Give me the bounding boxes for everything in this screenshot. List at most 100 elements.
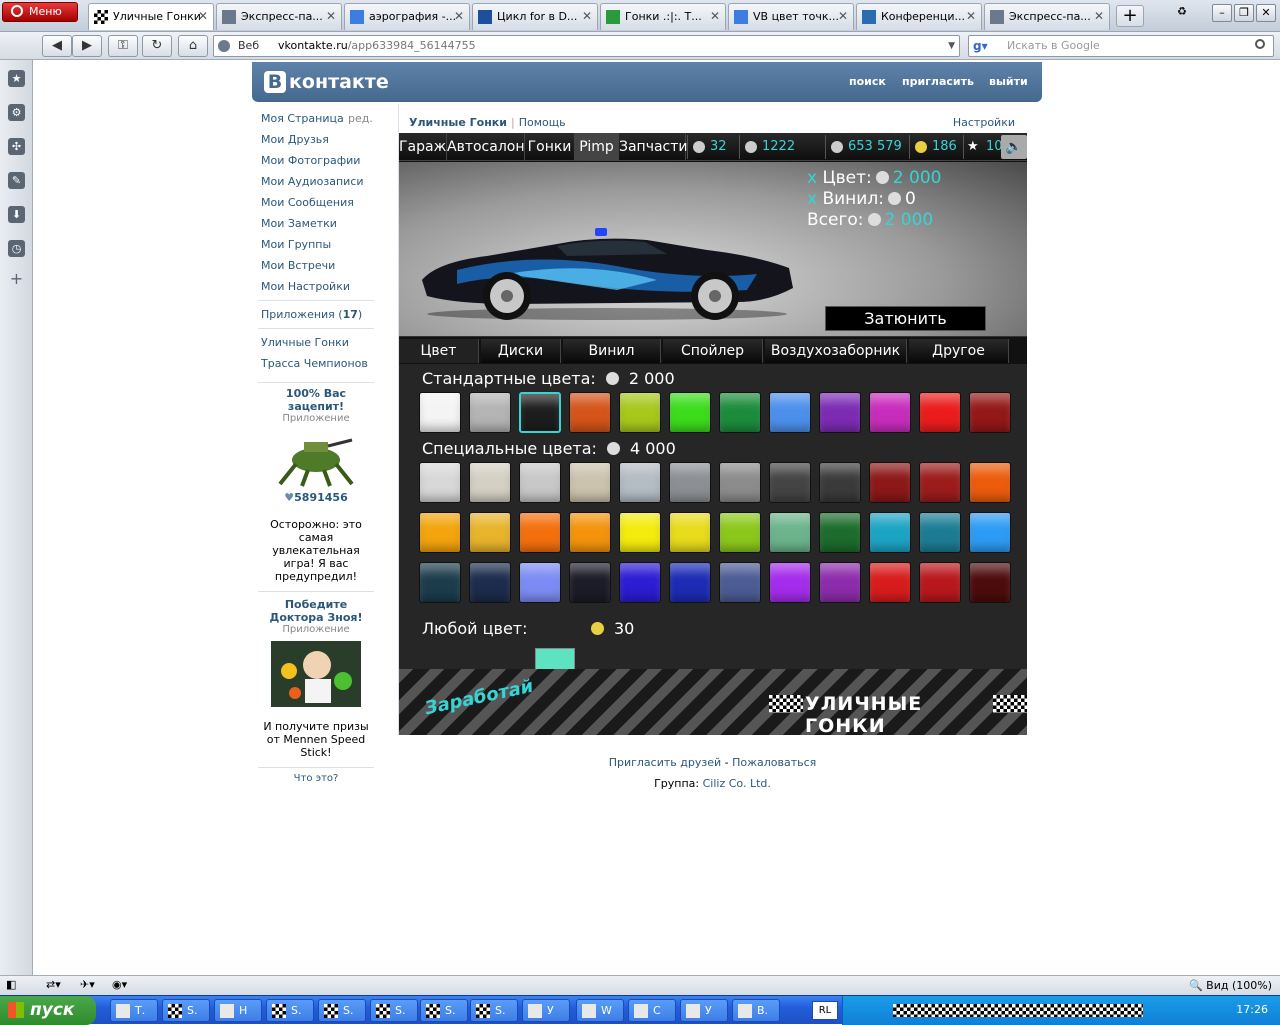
browser-tab[interactable]: Экспресс-па... ✕ [216,3,342,30]
browser-tab[interactable]: Гонки .:|:. Т... ✕ [600,3,726,30]
mech-spider-image[interactable] [270,430,362,488]
taskbar-button[interactable]: W [576,999,624,1022]
color-swatch[interactable] [569,392,611,433]
widgets-icon[interactable]: ⚙ [8,104,25,121]
game-nav-garage[interactable]: Гараж [399,133,447,161]
color-swatch[interactable] [419,462,461,503]
close-tab-icon[interactable]: ✕ [710,4,720,29]
taskbar-button[interactable]: S. [318,999,366,1022]
subtab-spoiler[interactable]: Спойлер [663,339,763,363]
taskbar-button[interactable]: S. [266,999,314,1022]
minimize-button[interactable]: – [1212,4,1232,22]
menu-apps[interactable]: Приложения (17) [258,304,374,325]
color-swatch[interactable] [419,562,461,603]
menu-item[interactable]: Мои Группы [258,234,374,255]
edit-link[interactable]: ред. [348,108,373,129]
color-swatch[interactable] [719,462,761,503]
group-link[interactable]: Ciliz Co. Ltd. [703,777,771,790]
color-swatch[interactable] [519,512,561,553]
add-panel-icon[interactable]: + [8,270,25,287]
doctor-image[interactable] [271,641,361,707]
color-swatch[interactable] [569,512,611,553]
notes-icon[interactable]: ✎ [8,172,25,189]
language-indicator[interactable]: RL [812,1001,838,1020]
color-swatch[interactable] [869,392,911,433]
color-swatch[interactable] [819,462,861,503]
color-swatch[interactable] [669,562,711,603]
color-swatch[interactable] [969,392,1011,433]
downloads-icon[interactable]: ⬇ [8,206,25,223]
color-swatch[interactable] [669,462,711,503]
color-swatch[interactable] [669,512,711,553]
sound-icon[interactable]: 🔈 [1001,135,1027,159]
new-tab-button[interactable]: + [1116,5,1144,27]
color-swatch[interactable] [769,512,811,553]
color-swatch[interactable] [469,512,511,553]
app-link-street-racing[interactable]: Уличные Гонки [258,332,374,353]
color-swatch[interactable] [519,462,561,503]
menu-item[interactable]: Моя Страница ред. [258,108,374,129]
color-swatch[interactable] [419,512,461,553]
opera-menu-button[interactable]: Меню [2,2,78,22]
close-window-button[interactable]: ✕ [1256,4,1276,22]
invite-friends-link[interactable]: Пригласить друзей [609,756,721,769]
color-swatch[interactable] [619,392,661,433]
forward-button[interactable]: ▶ [72,35,102,57]
taskbar-button[interactable]: S. [420,999,468,1022]
color-swatch[interactable] [469,562,511,603]
color-swatch[interactable] [819,512,861,553]
ad-title[interactable]: Победите Доктора Зноя! [258,598,374,624]
color-swatch[interactable] [969,562,1011,603]
menu-item[interactable]: Мои Сообщения [258,192,374,213]
color-swatch[interactable] [719,512,761,553]
browser-tab[interactable]: VB цвет точк... ✕ [728,3,854,30]
address-field[interactable]: Веб vkontakte.ru/app633984_56144755 ▼ [213,35,960,57]
subtab-vinyl[interactable]: Винил [563,339,661,363]
what-is-this-link[interactable]: Что это? [258,773,374,784]
reload-button[interactable]: ↻ [142,35,172,57]
menu-item[interactable]: Мои Настройки [258,276,374,297]
color-swatch[interactable] [519,562,561,603]
app-link-champions-track[interactable]: Трасса Чемпионов [258,353,374,374]
close-tab-icon[interactable]: ✕ [1094,4,1104,29]
nav-invite[interactable]: пригласить [902,75,974,88]
color-swatch[interactable] [469,392,511,433]
history-icon[interactable]: ◷ [8,240,25,257]
game-nav-pimp[interactable]: Pimp [575,133,619,161]
report-link[interactable]: Пожаловаться [732,756,816,769]
color-swatch[interactable] [769,562,811,603]
color-swatch[interactable] [819,392,861,433]
ad-block-2[interactable]: Победите Доктора Зноя! Приложение И полу… [258,598,374,759]
ad-block-1[interactable]: 100% Вас зацепит! Приложение ♥5891456 Ос… [258,387,374,583]
color-swatch[interactable] [919,462,961,503]
search-icon[interactable] [1255,39,1265,49]
start-button[interactable]: пуск [0,996,96,1025]
app-settings-link[interactable]: Настройки [953,116,1015,129]
nav-logout[interactable]: выйти [989,75,1028,88]
taskbar-button[interactable]: С [628,999,676,1022]
sync-icon[interactable]: ⇄▾ [46,978,61,991]
back-button[interactable]: ◀ [42,35,72,57]
close-tab-icon[interactable]: ✕ [198,4,208,29]
tray-icons[interactable] [893,1004,1143,1017]
browser-tab[interactable]: Уличные Гонки ✕ [88,3,214,30]
color-swatch[interactable] [619,562,661,603]
close-tab-icon[interactable]: ✕ [838,4,848,29]
taskbar-button[interactable]: S. [162,999,210,1022]
menu-item[interactable]: Мои Аудиозаписи [258,171,374,192]
game-nav-races[interactable]: Гонки [525,133,575,161]
home-button[interactable]: ⌂ [178,35,208,57]
menu-item[interactable]: Мои Друзья [258,129,374,150]
color-swatch[interactable] [719,392,761,433]
color-swatch[interactable] [769,462,811,503]
color-swatch[interactable] [419,392,461,433]
tune-button[interactable]: Затюнить [825,306,986,331]
unite-icon[interactable]: ✣ [8,138,25,155]
browser-tab[interactable]: Экспресс-па... ✕ [984,3,1110,30]
turbo-icon[interactable]: ✈▾ [80,978,95,991]
color-swatch[interactable] [969,462,1011,503]
subtab-rims[interactable]: Диски [481,339,561,363]
search-field[interactable]: g▾ Искать в Google [968,35,1274,57]
menu-item[interactable]: Мои Фотографии [258,150,374,171]
subtab-other[interactable]: Другое [909,339,1009,363]
